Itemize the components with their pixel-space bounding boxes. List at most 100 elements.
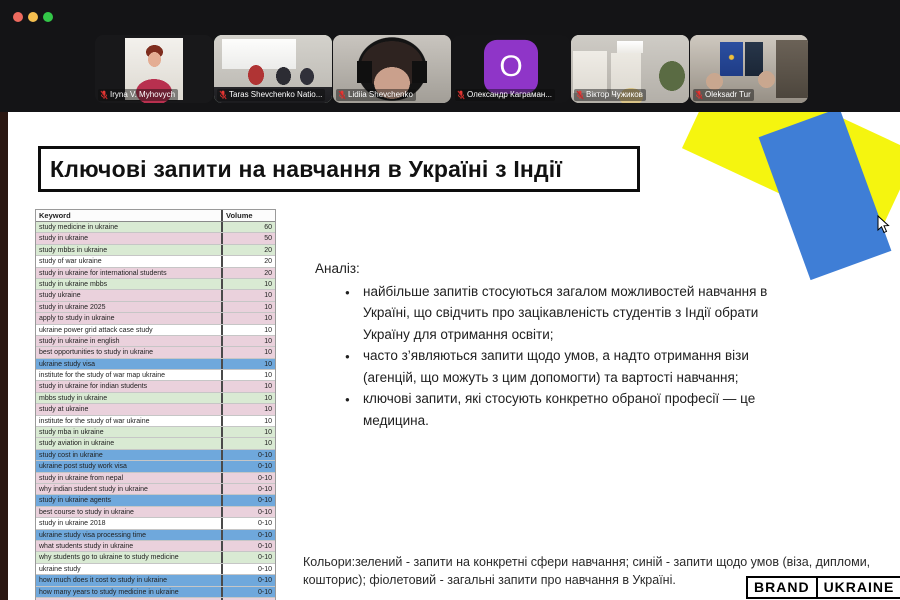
volume-cell: 20 <box>221 267 275 278</box>
table-header-row: Keyword Volume <box>36 210 275 222</box>
volume-cell: 10 <box>221 392 275 404</box>
participant-tile[interactable]: Віктор Чужиков <box>571 35 689 103</box>
volume-cell: 60 <box>221 222 275 233</box>
participant-name: Lidiia Shevchenko <box>348 90 413 99</box>
keyword-cell: ukraine study visa processing time <box>39 531 146 539</box>
participant-name: Iryna V. Myhovych <box>110 90 176 99</box>
keyword-cell: institute for the study of war ukraine <box>39 417 150 425</box>
minimize-window-button[interactable] <box>28 12 38 22</box>
keyword-cell: apply to study in ukraine <box>39 315 115 323</box>
participant-tile[interactable]: Iryna V. Myhovych <box>95 35 213 103</box>
table-row: how much does it cost to study in ukrain… <box>36 575 275 587</box>
table-row: why indian student study in ukraine 0-10 <box>36 483 275 496</box>
table-row: why students go to ukraine to study medi… <box>36 552 275 564</box>
participant-nameplate: Віктор Чужиков <box>574 89 646 101</box>
participant-nameplate: Oleksadr Tur <box>693 89 754 101</box>
volume-cell: 0-10 <box>221 495 275 506</box>
keyword-cell: study mba in ukraine <box>39 429 104 437</box>
keyword-cell: study at ukraine <box>39 406 89 414</box>
volume-cell: 0-10 <box>221 529 275 540</box>
volume-column-header: Volume <box>221 210 275 221</box>
volume-cell: 10 <box>221 278 275 290</box>
volume-cell: 10 <box>221 438 275 449</box>
table-row: study in ukraine 50 <box>36 233 275 245</box>
participant-tile[interactable]: Taras Shevchenko Natio... <box>214 35 332 103</box>
volume-cell: 0-10 <box>221 575 275 586</box>
table-row: ukraine study 0-10 <box>36 563 275 576</box>
keyword-cell: what students study in ukraine <box>39 542 134 550</box>
volume-cell: 50 <box>221 233 275 244</box>
keyword-column-header: Keyword <box>39 211 71 220</box>
participant-tile[interactable]: Oleksadr Tur <box>690 35 808 103</box>
table-row: ukraine post study work visa 0-10 <box>36 461 275 473</box>
table-row: mbbs study in ukraine 10 <box>36 392 275 405</box>
keyword-cell: ukraine power grid attack case study <box>39 326 153 334</box>
volume-cell: 20 <box>221 244 275 256</box>
keyword-cell: best course to study in ukraine <box>39 508 134 516</box>
volume-cell: 10 <box>221 301 275 313</box>
table-row: study cost in ukraine 0-10 <box>36 449 275 462</box>
keyword-cell: study in ukraine from nepal <box>39 474 124 482</box>
keyword-cell: best opportunities to study in ukraine <box>39 349 154 357</box>
keyword-cell: ukraine study visa <box>39 360 96 368</box>
table-row: study medicine in ukraine 60 <box>36 222 275 234</box>
keyword-cell: study ukraine <box>39 292 81 300</box>
keyword-cell: study in ukraine agents <box>39 497 111 505</box>
volume-cell: 0-10 <box>221 483 275 495</box>
volume-cell: 0-10 <box>221 540 275 552</box>
close-window-button[interactable] <box>13 12 23 22</box>
volume-cell: 0-10 <box>221 518 275 529</box>
volume-cell: 10 <box>221 335 275 347</box>
video-strip: Iryna V. Myhovych Taras Shevchenko Natio.… <box>95 35 808 103</box>
muted-mic-icon <box>695 90 703 100</box>
volume-cell: 10 <box>221 427 275 438</box>
keyword-table: Keyword Volume study medicine in ukraine… <box>35 209 276 600</box>
volume-cell: 10 <box>221 370 275 381</box>
keyword-cell: why indian student study in ukraine <box>39 485 148 493</box>
table-row: study in ukraine 2025 10 <box>36 301 275 314</box>
keyword-cell: institute for the study of war map ukrai… <box>39 372 166 380</box>
volume-cell: 0-10 <box>221 506 275 518</box>
table-row: study in ukraine agents 0-10 <box>36 495 275 507</box>
table-row: best course to study in ukraine 0-10 <box>36 506 275 519</box>
table-row: study in ukraine mbbs 10 <box>36 278 275 291</box>
keyword-cell: how much does it cost to study in ukrain… <box>39 577 168 585</box>
table-row: study in ukraine in english 10 <box>36 335 275 348</box>
table-row: study in ukraine for international stude… <box>36 267 275 279</box>
participant-tile[interactable]: O Олександр Каграман... <box>452 35 570 103</box>
maximize-window-button[interactable] <box>43 12 53 22</box>
keyword-cell: study in ukraine for international stude… <box>39 269 167 277</box>
table-row: study mba in ukraine 10 <box>36 427 275 439</box>
keyword-cell: how many years to study medicine in ukra… <box>39 588 179 596</box>
muted-mic-icon <box>219 90 227 100</box>
slide-title: Ключові запити на навчання в Україні з І… <box>50 155 563 182</box>
volume-cell: 10 <box>221 381 275 392</box>
table-row: ukraine study visa 10 <box>36 358 275 371</box>
volume-cell: 10 <box>221 347 275 358</box>
keyword-cell: study of war ukraine <box>39 258 102 266</box>
keyword-cell: study in ukraine for indian students <box>39 383 148 391</box>
volume-cell: 0-10 <box>221 563 275 575</box>
volume-cell: 0-10 <box>221 586 275 597</box>
mouse-cursor <box>877 215 890 234</box>
keyword-cell: study cost in ukraine <box>39 451 103 459</box>
window-controls <box>13 12 53 22</box>
muted-mic-icon <box>100 90 108 100</box>
analysis-bullet-list: найбільше запитів стосуються загалом мож… <box>315 281 793 432</box>
shared-slide: Ключові запити на навчання в Україні з І… <box>8 112 900 600</box>
table-row: apply to study in ukraine 10 <box>36 313 275 325</box>
table-row: study mbbs in ukraine 20 <box>36 244 275 257</box>
logo-ukraine-text: UKRAINE <box>817 576 900 599</box>
keyword-cell: study in ukraine 2025 <box>39 303 106 311</box>
volume-cell: 10 <box>221 404 275 415</box>
volume-cell: 10 <box>221 415 275 427</box>
keyword-cell: study aviation in ukraine <box>39 440 115 448</box>
keyword-cell: mbbs study in ukraine <box>39 394 108 402</box>
participant-nameplate: Lidiia Shevchenko <box>336 89 416 101</box>
shared-screen-edge <box>0 112 8 600</box>
keyword-cell: study mbbs in ukraine <box>39 246 108 254</box>
analysis-bullet: ключові запити, які стосують конкретно о… <box>315 388 793 431</box>
participant-tile[interactable]: Lidiia Shevchenko <box>333 35 451 103</box>
table-row: best opportunities to study in ukraine 10 <box>36 347 275 359</box>
avatar: O <box>484 39 538 94</box>
